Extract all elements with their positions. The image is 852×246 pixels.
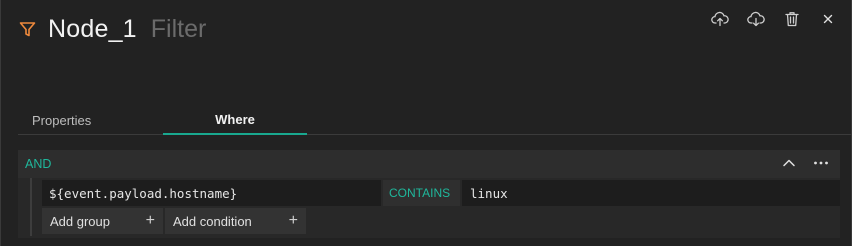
- node-type-label: Filter: [150, 14, 207, 43]
- group-rail: [30, 178, 32, 236]
- add-condition-button[interactable]: Add condition +: [165, 208, 306, 234]
- tab-properties[interactable]: Properties: [18, 106, 163, 135]
- condition-operator[interactable]: CONTAINS: [383, 180, 460, 206]
- tab-where[interactable]: Where: [163, 106, 307, 135]
- chevron-up-icon[interactable]: [780, 154, 798, 172]
- group-actions: [780, 154, 830, 172]
- node-title: Node_1: [48, 14, 137, 43]
- plus-icon: +: [288, 212, 298, 229]
- condition-field[interactable]: ${event.payload.hostname}: [42, 180, 381, 206]
- tab-bar: Properties Where: [18, 106, 852, 135]
- condition-group: AND ${event.payload.hostname} CONTAINS l…: [18, 150, 840, 238]
- filter-panel: Node_1 Filter Properties Where AND ${eve…: [0, 0, 852, 246]
- plus-icon: +: [145, 212, 155, 229]
- panel-header: Node_1 Filter: [19, 12, 206, 46]
- group-operator[interactable]: AND: [25, 157, 51, 171]
- filter-icon: [19, 19, 39, 39]
- header-toolbar: [709, 9, 839, 29]
- condition-row: ${event.payload.hostname} CONTAINS linux: [42, 180, 840, 206]
- group-header: AND: [18, 150, 840, 178]
- upload-cloud-icon[interactable]: [709, 9, 731, 29]
- add-condition-label: Add condition: [173, 213, 252, 229]
- add-group-button[interactable]: Add group +: [42, 208, 163, 234]
- more-icon[interactable]: [812, 154, 830, 172]
- condition-value[interactable]: linux: [462, 180, 840, 206]
- download-cloud-icon[interactable]: [745, 9, 767, 29]
- close-icon[interactable]: [817, 9, 839, 29]
- add-actions: Add group + Add condition +: [42, 208, 306, 234]
- trash-icon[interactable]: [781, 9, 803, 29]
- add-group-label: Add group: [50, 213, 110, 229]
